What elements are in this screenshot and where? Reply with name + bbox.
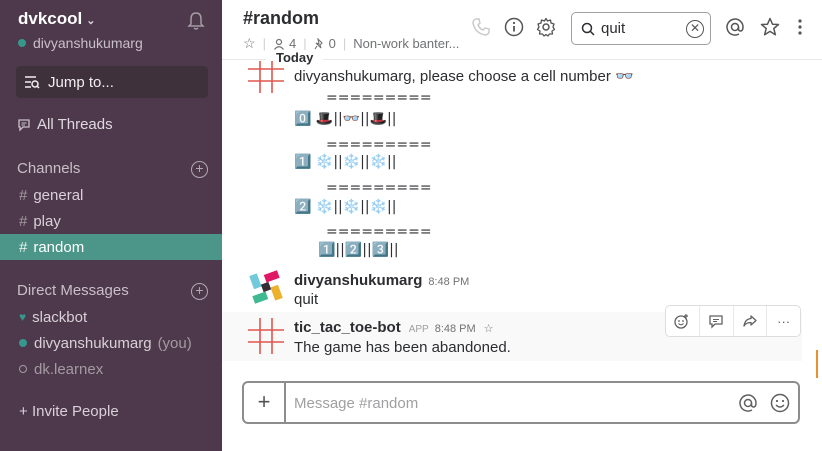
channel-label: play (33, 212, 61, 230)
share-message-icon[interactable] (734, 306, 768, 336)
chevron-down-icon: ⌄ (86, 15, 96, 27)
heart-icon: ♥ (19, 310, 27, 324)
dm-item-dk-learnex[interactable]: dk.learnex (0, 356, 222, 382)
message-sender[interactable]: divyanshukumarg 8:48 PM (294, 272, 469, 289)
current-user[interactable]: divyanshukumarg (18, 35, 143, 51)
sidebar: dvkcool ⌄ divyanshukumarg Jump to... All … (0, 0, 222, 451)
board-row: 0️⃣ 🎩||👓||🎩|| (294, 111, 397, 127)
divider: | (342, 36, 347, 51)
team-menu[interactable]: dvkcool ⌄ (18, 9, 95, 29)
board-row: ========= (326, 180, 432, 196)
invite-people-link[interactable]: + Invite People (19, 403, 119, 420)
channel-title[interactable]: #random (243, 8, 319, 29)
board-row: ========= (326, 90, 432, 106)
plus-icon: + (19, 403, 32, 420)
more-menu-icon[interactable] (790, 17, 810, 37)
team-name: dvkcool (18, 9, 83, 28)
pin-icon[interactable] (314, 37, 326, 50)
message-list[interactable]: divyanshukumarg, please choose a cell nu… (222, 61, 818, 361)
divider: | (303, 36, 307, 51)
sidebar-item-play[interactable]: # play (0, 208, 222, 234)
jump-to-label: Jump to... (48, 73, 114, 91)
jump-to-icon (25, 76, 40, 89)
search-box[interactable]: quit ✕ (571, 12, 711, 45)
app-badge: APP (408, 324, 429, 335)
all-threads-link[interactable]: All Threads (17, 116, 113, 133)
message-text: quit (294, 291, 319, 308)
add-channel-icon[interactable]: + (191, 161, 208, 178)
channels-header[interactable]: Channels (17, 160, 80, 177)
hash-icon: # (19, 212, 28, 230)
sidebar-item-general[interactable]: # general (0, 182, 222, 208)
bell-icon[interactable] (187, 11, 205, 31)
starred-items-icon[interactable] (760, 17, 780, 37)
more-actions-icon[interactable]: ··· (767, 306, 800, 336)
board-row: 1️⃣||2️⃣||3️⃣|| (318, 242, 399, 258)
star-icon[interactable]: ☆ (484, 323, 494, 335)
slack-app: dvkcool ⌄ divyanshukumarg Jump to... All … (0, 0, 822, 451)
add-dm-icon[interactable]: + (191, 283, 208, 300)
bot-prompt-text: divyanshukumarg, please choose a cell nu… (294, 68, 634, 85)
message-input[interactable] (294, 391, 724, 415)
away-status-icon (19, 365, 27, 373)
message-timestamp[interactable]: 8:48 PM (428, 276, 469, 288)
sender-name[interactable]: divyanshukumarg (294, 272, 422, 289)
message-timestamp[interactable]: 8:48 PM (435, 323, 476, 335)
tic-tac-toe-avatar (248, 61, 284, 93)
board-row: 1️⃣ ❄️||❄️||❄️|| (294, 154, 397, 170)
clear-search-icon[interactable]: ✕ (686, 20, 704, 38)
sender-name[interactable]: tic_tac_toe-bot (294, 319, 401, 336)
user-avatar[interactable] (248, 269, 284, 305)
threads-icon (18, 118, 30, 132)
invite-label: Invite People (31, 403, 119, 420)
tic-tac-toe-avatar[interactable] (248, 318, 284, 354)
info-icon[interactable] (504, 17, 524, 37)
mention-icon[interactable] (738, 393, 758, 413)
dm-item-slackbot[interactable]: ♥ slackbot (0, 304, 222, 330)
board-row: ========= (326, 224, 432, 240)
message-text: The game has been abandoned. (294, 339, 511, 356)
all-threads-label: All Threads (37, 116, 113, 133)
message-sender[interactable]: tic_tac_toe-bot APP 8:48 PM ☆ (294, 319, 494, 336)
mentions-icon[interactable] (725, 17, 745, 37)
dm-label: divyanshukumarg (34, 334, 152, 352)
divider: | (262, 36, 266, 51)
attach-plus-icon[interactable]: + (244, 383, 286, 422)
members-icon[interactable] (273, 38, 285, 50)
start-thread-icon[interactable] (700, 306, 734, 336)
sidebar-item-random[interactable]: # random (0, 234, 222, 260)
dm-item-self[interactable]: divyanshukumarg (you) (0, 330, 222, 356)
board-row: 2️⃣ ❄️||❄️||❄️|| (294, 199, 397, 215)
online-status-icon (18, 39, 26, 47)
online-status-icon (19, 339, 27, 347)
message-composer: + (242, 381, 800, 424)
direct-messages-header[interactable]: Direct Messages (17, 282, 129, 299)
emoji-icon[interactable] (770, 393, 790, 413)
add-reaction-icon[interactable] (666, 306, 700, 336)
phone-icon[interactable] (471, 17, 491, 37)
dm-label: dk.learnex (34, 360, 104, 378)
hash-icon: # (19, 186, 28, 204)
channel-topic[interactable]: Non-work banter... (353, 36, 459, 51)
pin-count[interactable]: 0 (329, 36, 336, 51)
current-user-name: divyanshukumarg (33, 35, 143, 51)
search-input[interactable]: quit (601, 20, 625, 37)
dm-label: slackbot (32, 308, 88, 326)
scrollbar[interactable] (816, 350, 818, 378)
search-icon (581, 22, 595, 36)
jump-to-button[interactable]: Jump to... (16, 66, 208, 98)
message-actions: ··· (665, 305, 801, 337)
channel-label: random (33, 238, 85, 256)
member-count[interactable]: 4 (289, 36, 296, 51)
you-suffix: (you) (157, 334, 192, 352)
star-icon[interactable]: ☆ (243, 35, 256, 52)
board-row: ========= (326, 137, 432, 153)
hash-icon: # (19, 238, 28, 256)
channel-label: general (33, 186, 84, 204)
gear-icon[interactable] (536, 17, 556, 37)
